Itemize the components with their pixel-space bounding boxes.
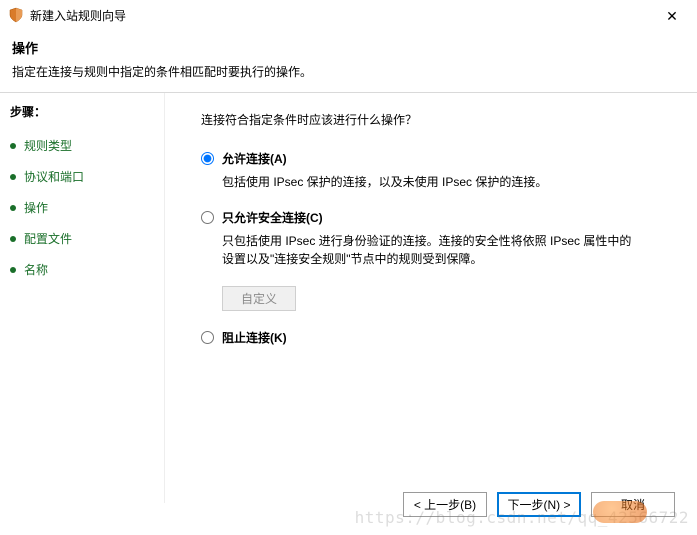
radio-block[interactable] xyxy=(201,331,214,344)
app-icon xyxy=(8,7,24,23)
sidebar-item-protocol-ports[interactable]: 协议和端口 xyxy=(10,161,154,192)
header: 操作 指定在连接与规则中指定的条件相匹配时要执行的操作。 xyxy=(0,30,697,92)
page-subtitle: 指定在连接与规则中指定的条件相匹配时要执行的操作。 xyxy=(12,63,685,80)
sidebar-item-label: 名称 xyxy=(24,263,48,277)
option-label: 允许连接(A) xyxy=(222,150,287,167)
sidebar-item-name[interactable]: 名称 xyxy=(10,254,154,285)
sidebar-item-label: 协议和端口 xyxy=(24,170,84,184)
customize-button: 自定义 xyxy=(222,286,296,311)
wizard-footer: < 上一步(B) 下一步(N) > 取消 xyxy=(403,492,675,517)
content: 连接符合指定条件时应该进行什么操作？ 允许连接(A) 包括使用 IPsec 保护… xyxy=(165,93,697,503)
window-title: 新建入站规则向导 xyxy=(30,7,689,24)
close-button[interactable]: ✕ xyxy=(652,2,692,30)
sidebar-item-label: 规则类型 xyxy=(24,139,72,153)
cancel-button[interactable]: 取消 xyxy=(591,492,675,517)
steps-heading: 步骤： xyxy=(10,103,154,120)
close-icon: ✕ xyxy=(666,8,678,25)
radio-allow[interactable] xyxy=(201,152,214,165)
sidebar-item-rule-type[interactable]: 规则类型 xyxy=(10,130,154,161)
option-allow-secure-desc: 只包括使用 IPsec 进行身份验证的连接。连接的安全性将依照 IPsec 属性… xyxy=(222,232,642,268)
page-title: 操作 xyxy=(12,38,685,57)
radio-allow-secure[interactable] xyxy=(201,211,214,224)
sidebar-item-action[interactable]: 操作 xyxy=(10,192,154,223)
titlebar: 新建入站规则向导 ✕ xyxy=(0,0,697,30)
option-allow-desc: 包括使用 IPsec 保护的连接，以及未使用 IPsec 保护的连接。 xyxy=(222,173,642,191)
option-label: 只允许安全连接(C) xyxy=(222,209,323,226)
action-option-group: 允许连接(A) 包括使用 IPsec 保护的连接，以及未使用 IPsec 保护的… xyxy=(201,150,675,346)
back-button[interactable]: < 上一步(B) xyxy=(403,492,487,517)
option-allow[interactable]: 允许连接(A) xyxy=(201,150,675,167)
sidebar-item-label: 配置文件 xyxy=(24,232,72,246)
sidebar: 步骤： 规则类型 协议和端口 操作 配置文件 名称 xyxy=(0,93,165,503)
question-text: 连接符合指定条件时应该进行什么操作？ xyxy=(201,111,675,128)
option-label: 阻止连接(K) xyxy=(222,329,287,346)
sidebar-item-profile[interactable]: 配置文件 xyxy=(10,223,154,254)
next-button[interactable]: 下一步(N) > xyxy=(497,492,581,517)
sidebar-item-label: 操作 xyxy=(24,201,48,215)
customize-row: 自定义 xyxy=(222,286,675,311)
option-block[interactable]: 阻止连接(K) xyxy=(201,329,675,346)
option-allow-secure[interactable]: 只允许安全连接(C) xyxy=(201,209,675,226)
